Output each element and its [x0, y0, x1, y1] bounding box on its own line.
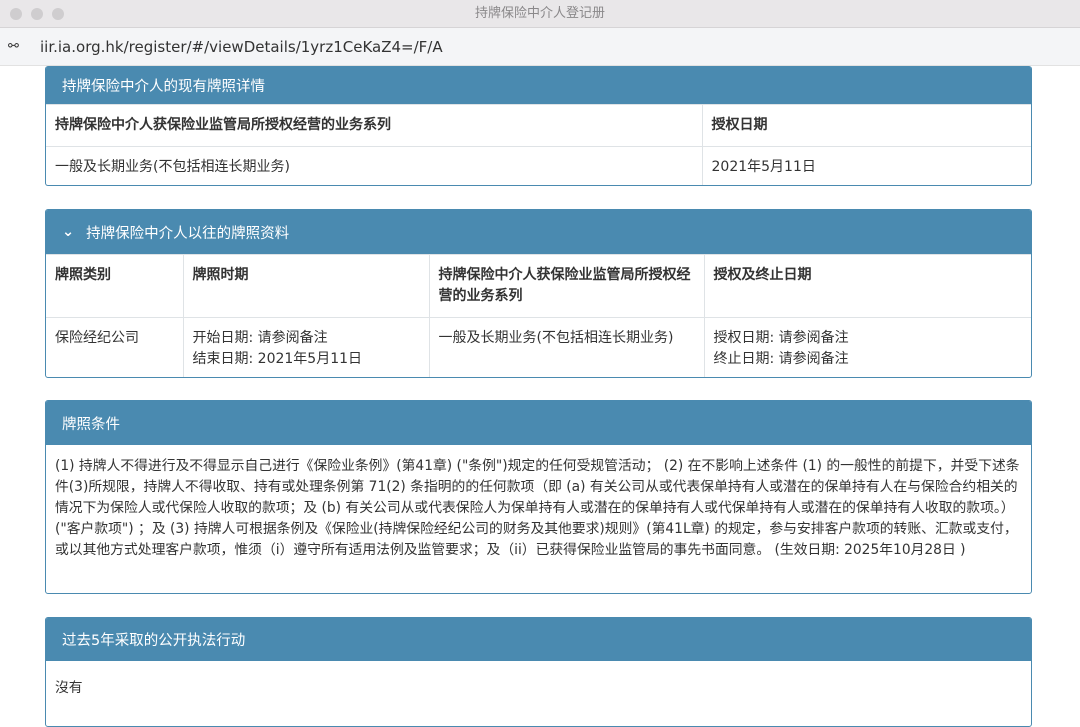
panel-title: 牌照条件: [62, 416, 120, 433]
term-date: 终止日期: 请参阅备注: [713, 351, 849, 367]
auth-date: 授权日期: 请参阅备注: [713, 330, 849, 346]
window-title: 持牌保险中介人登记册: [474, 6, 605, 21]
enforcement-text: 沒有: [55, 680, 83, 696]
column-header: 牌照时期: [182, 254, 429, 318]
column-header: 持牌保险中介人获保险业监管局所授权经营的业务系列: [46, 104, 702, 147]
url-text[interactable]: iir.ia.org.hk/register/#/viewDetails/1yr…: [40, 38, 443, 56]
end-date: 结束日期: 2021年5月11日: [192, 351, 363, 367]
table-cell: 保险经纪公司: [46, 317, 183, 377]
maximize-window-button[interactable]: [52, 8, 64, 20]
table-cell: 授权日期: 请参阅备注 终止日期: 请参阅备注: [703, 317, 1031, 377]
license-conditions-panel: 牌照条件 (1) 持牌人不得进行及不得显示自己进行《保险业条例》(第41章) (…: [45, 400, 1032, 594]
panel-header: 过去5年采取的公开执法行动: [46, 618, 1031, 661]
panel-header-toggle[interactable]: ⌄ 持牌保险中介人以往的牌照资料: [46, 210, 1031, 254]
panel-header: 牌照条件: [46, 401, 1031, 445]
past-license-table: 牌照类别 牌照时期 持牌保险中介人获保险业监管局所授权经营的业务系列 授权及终止日期 …: [46, 254, 1031, 377]
current-license-table: 持牌保险中介人获保险业监管局所授权经营的业务系列 授权日期 一般及长期业务(不包括…: [46, 104, 1031, 185]
window-titlebar: 持牌保险中介人登记册: [0, 0, 1080, 28]
enforcement-panel: 过去5年采取的公开执法行动 沒有: [45, 617, 1032, 727]
panel-title: 持牌保险中介人的现有牌照详情: [62, 78, 265, 95]
panel-title: 过去5年采取的公开执法行动: [62, 633, 246, 649]
close-window-button[interactable]: [10, 8, 22, 20]
column-header: 授权日期: [701, 104, 1031, 147]
address-bar[interactable]: ⚯ iir.ia.org.hk/register/#/viewDetails/1…: [0, 28, 1080, 66]
table-cell: 2021年5月11日: [701, 146, 1031, 185]
current-license-panel: 持牌保险中介人的现有牌照详情 持牌保险中介人获保险业监管局所授权经营的业务系列授…: [45, 66, 1032, 186]
column-header: 持牌保险中介人获保险业监管局所授权经营的业务系列: [428, 254, 704, 318]
column-header: 授权及终止日期: [703, 254, 1031, 318]
table-cell: 一般及长期业务(不包括相连长期业务): [46, 146, 702, 185]
conditions-text: (1) 持牌人不得进行及不得显示自己进行《保险业条例》(第41章) ("条例")…: [55, 458, 1020, 558]
column-header: 牌照类别: [46, 254, 183, 318]
table-cell: 开始日期: 请参阅备注结束日期: 2021年5月11日: [182, 317, 429, 377]
past-license-panel: ⌄ 持牌保险中介人以往的牌照资料 牌照类别 牌照时期 持牌保险中介人获保险业监管局所授…: [45, 209, 1032, 378]
panel-header: 持牌保险中介人的现有牌照详情: [46, 66, 1031, 104]
table-cell: 一般及长期业务(不包括相连长期业务): [428, 317, 704, 377]
minimize-window-button[interactable]: [31, 8, 43, 20]
site-settings-icon[interactable]: ⚯: [8, 39, 28, 54]
start-date: 开始日期: 请参阅备注: [192, 330, 328, 346]
panel-title: 持牌保险中介人以往的牌照资料: [86, 225, 290, 242]
chevron-down-icon: ⌄: [62, 224, 75, 240]
